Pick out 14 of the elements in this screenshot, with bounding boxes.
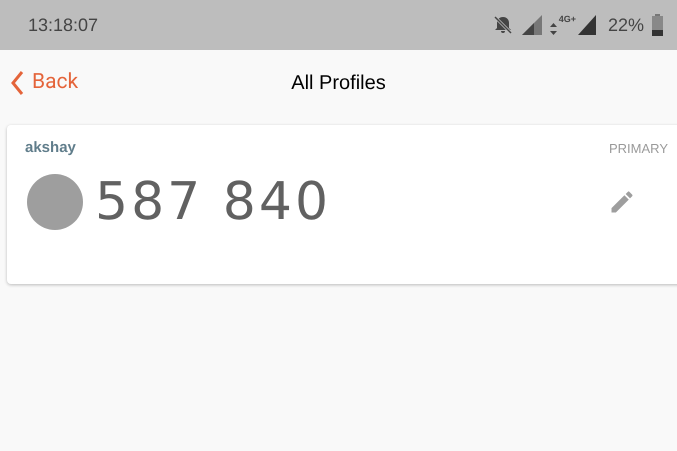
signal-icon <box>522 15 542 35</box>
signal-icon <box>578 15 596 35</box>
primary-label: PRIMARY <box>609 140 668 158</box>
data-arrows-icon <box>550 23 557 35</box>
page-title: All Profiles <box>291 71 386 96</box>
chevron-left-icon <box>10 70 24 96</box>
status-time: 13:18:07 <box>28 14 98 36</box>
battery-icon <box>652 14 663 36</box>
battery-percent: 22% <box>608 14 644 36</box>
code-text: 587 840 <box>95 176 332 228</box>
profile-name: akshay <box>25 138 76 158</box>
back-button[interactable]: Back <box>10 67 78 98</box>
network-type: 4G+ <box>558 15 576 24</box>
muted-bell-icon <box>492 15 514 35</box>
